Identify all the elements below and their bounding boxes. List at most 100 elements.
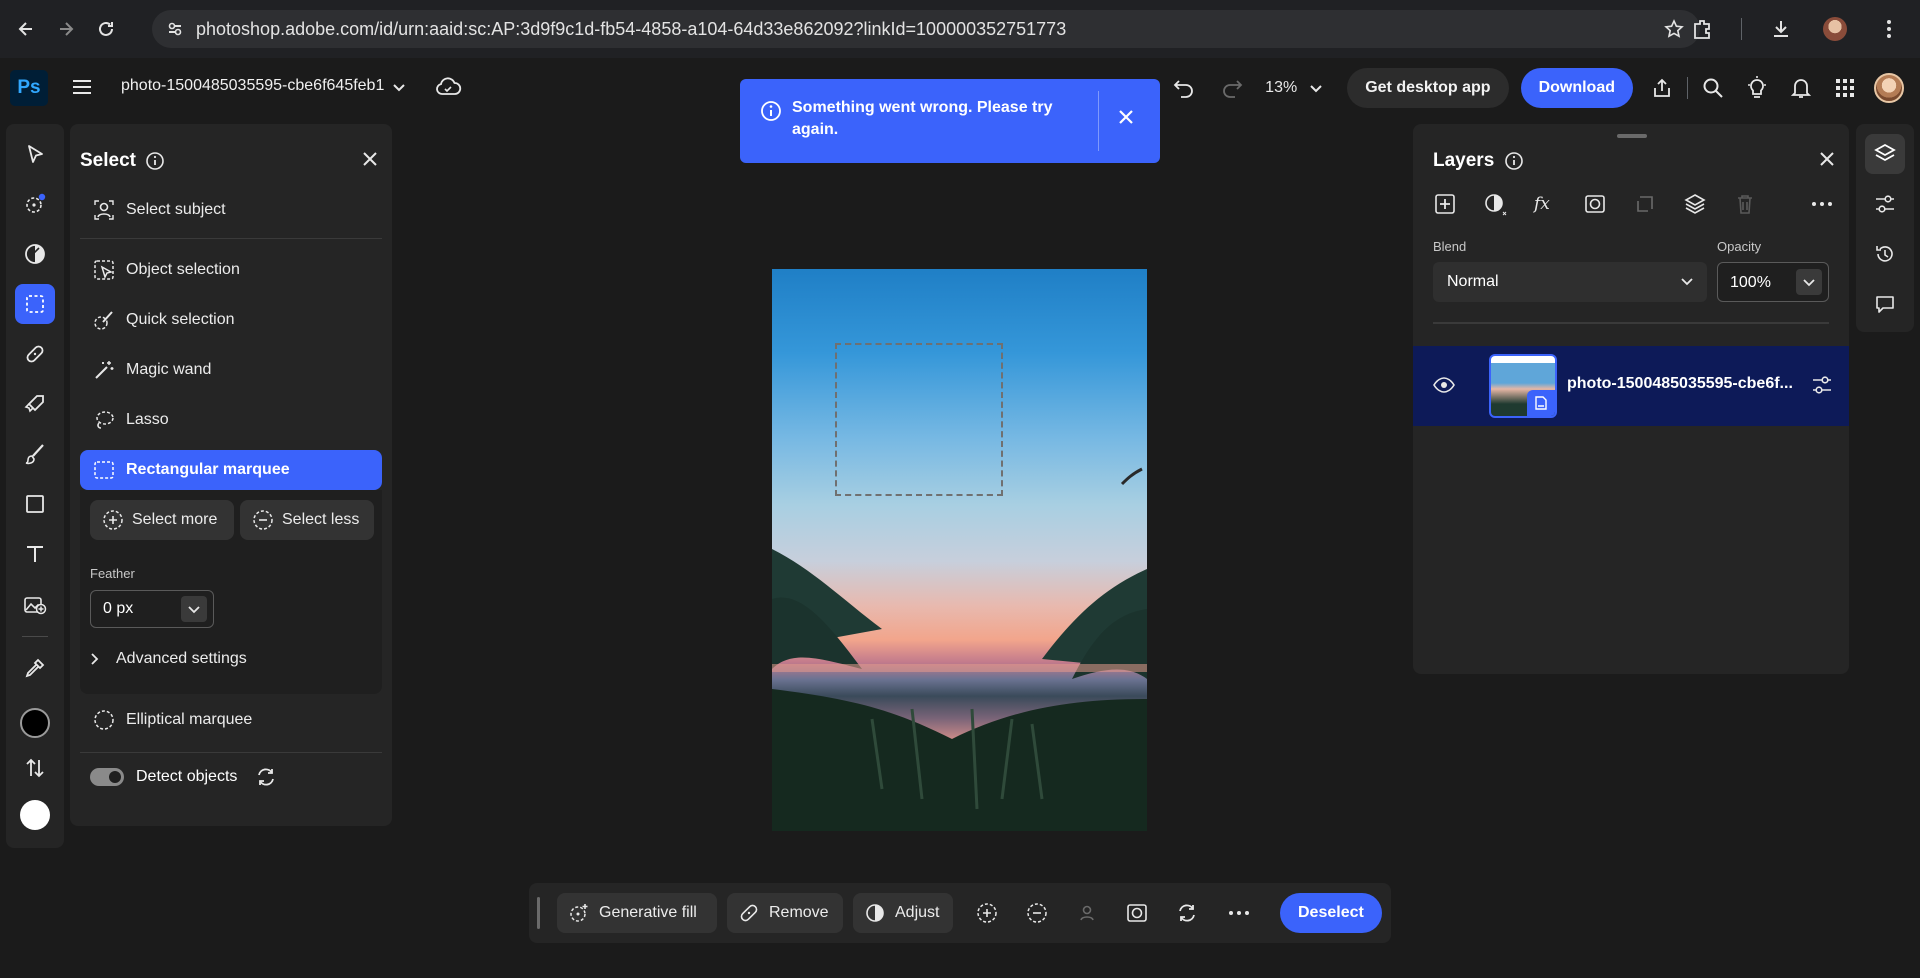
bookmark-star-icon[interactable] <box>1664 19 1684 44</box>
detect-objects-row: Detect objects <box>90 766 277 788</box>
remove-button[interactable]: Remove <box>727 893 843 933</box>
layer-mask-icon[interactable] <box>1581 190 1609 218</box>
taskbar-drag-handle[interactable] <box>537 897 540 929</box>
comments-panel-button[interactable] <box>1865 284 1905 324</box>
download-button[interactable]: Download <box>1520 68 1633 108</box>
feather-input[interactable]: 0 px <box>90 590 214 628</box>
subtract-selection-icon[interactable] <box>1025 901 1049 925</box>
elliptical-marquee-option[interactable]: Elliptical marquee <box>80 700 382 740</box>
detect-objects-toggle[interactable] <box>90 768 124 786</box>
text-type-icon <box>27 546 43 562</box>
advanced-settings-toggle[interactable]: Advanced settings <box>90 650 247 668</box>
select-less-button[interactable]: Select less <box>240 500 374 540</box>
add-image-tool[interactable] <box>15 584 55 624</box>
zoom-chevron-down-icon[interactable] <box>1301 73 1331 103</box>
refresh-icon[interactable] <box>255 766 277 788</box>
properties-panel-button[interactable] <box>1865 184 1905 224</box>
close-icon[interactable] <box>362 151 378 172</box>
invert-selection-icon[interactable] <box>1175 901 1199 925</box>
adjustment-tool[interactable] <box>15 234 55 274</box>
zoom-level[interactable]: 13% <box>1265 79 1297 97</box>
select-more-button[interactable]: Select more <box>90 500 234 540</box>
lasso-option[interactable]: Lasso <box>80 400 382 440</box>
blend-mode-dropdown[interactable]: Normal <box>1433 262 1707 302</box>
apps-grid-icon[interactable] <box>1830 73 1860 103</box>
get-desktop-app-button[interactable]: Get desktop app <box>1347 68 1509 108</box>
type-tool[interactable] <box>15 534 55 574</box>
background-color-swatch[interactable] <box>20 800 50 830</box>
extensions-icon[interactable] <box>1687 14 1717 44</box>
select-subject-option[interactable]: Select subject <box>80 190 382 230</box>
layer-thumbnail[interactable] <box>1489 354 1557 418</box>
retouch-tool[interactable] <box>15 334 55 374</box>
opacity-input[interactable]: 100% <box>1717 262 1829 302</box>
chevron-down-icon[interactable] <box>1796 269 1822 295</box>
back-button[interactable] <box>12 15 40 43</box>
rectangle-shape-icon <box>26 495 44 513</box>
photoshop-logo[interactable]: Ps <box>10 70 48 106</box>
magic-wand-option[interactable]: Magic wand <box>80 350 382 390</box>
site-info-icon[interactable] <box>160 14 190 44</box>
bell-icon[interactable] <box>1786 73 1816 103</box>
document-title[interactable]: photo-1500485035595-cbe6f645feb1 <box>121 77 384 95</box>
selection-tool[interactable] <box>15 284 55 324</box>
close-icon[interactable] <box>1819 151 1835 172</box>
reload-button[interactable] <box>92 15 120 43</box>
user-avatar[interactable] <box>1874 73 1904 103</box>
select-subject-icon[interactable] <box>1075 901 1099 925</box>
undo-icon[interactable] <box>1169 73 1199 103</box>
more-options-icon[interactable] <box>1811 190 1833 223</box>
cloud-sync-icon[interactable] <box>434 76 462 103</box>
mask-selection-icon[interactable] <box>1125 901 1149 925</box>
chevron-down-icon[interactable] <box>390 78 408 101</box>
adjust-button[interactable]: Adjust <box>853 893 953 933</box>
history-panel-button[interactable] <box>1865 234 1905 274</box>
object-selection-option[interactable]: Object selection <box>80 250 382 290</box>
document-canvas[interactable] <box>772 269 1147 831</box>
layer-stack-icon[interactable] <box>1681 190 1709 218</box>
error-toast: Something went wrong. Please try again. <box>740 79 1160 163</box>
eye-visibility-icon[interactable] <box>1433 376 1455 399</box>
layer-name: photo-1500485035595-cbe6f... <box>1567 375 1793 392</box>
adjustment-layer-icon[interactable] <box>1481 190 1509 218</box>
move-tool[interactable] <box>15 134 55 174</box>
info-icon[interactable] <box>1504 151 1524 176</box>
layer-row[interactable]: photo-1500485035595-cbe6f... <box>1413 346 1849 426</box>
chip-label: Select more <box>132 511 218 528</box>
panel-drag-handle[interactable] <box>1617 134 1647 138</box>
search-icon[interactable] <box>1698 73 1728 103</box>
more-options-icon[interactable] <box>1227 901 1251 925</box>
eyedropper-tool[interactable] <box>15 648 55 688</box>
toast-close-icon[interactable] <box>1118 109 1134 130</box>
downloads-icon[interactable] <box>1766 14 1796 44</box>
brush-tool[interactable] <box>15 434 55 474</box>
forward-button[interactable] <box>52 15 80 43</box>
trash-icon[interactable] <box>1731 190 1759 218</box>
chevron-down-icon[interactable] <box>181 596 207 622</box>
profile-avatar[interactable] <box>1820 14 1850 44</box>
add-selection-icon[interactable] <box>975 901 999 925</box>
add-layer-icon[interactable] <box>1431 190 1459 218</box>
foreground-color-swatch[interactable] <box>20 708 50 738</box>
rectangular-marquee-option[interactable]: Rectangular marquee <box>80 450 382 490</box>
deselect-button[interactable]: Deselect <box>1280 893 1382 933</box>
layers-panel-button[interactable] <box>1865 134 1905 174</box>
lightbulb-icon[interactable] <box>1742 73 1772 103</box>
fx-effects-icon[interactable]: fx <box>1531 190 1559 218</box>
quick-selection-option[interactable]: Quick selection <box>80 300 382 340</box>
clip-layer-icon[interactable] <box>1631 190 1659 218</box>
quick-actions-tool[interactable] <box>15 184 55 224</box>
browser-menu-icon[interactable] <box>1874 14 1904 44</box>
share-icon[interactable] <box>1647 73 1677 103</box>
swap-colors-button[interactable] <box>15 748 55 788</box>
layer-properties-icon[interactable] <box>1811 374 1833 401</box>
address-bar[interactable]: photoshop.adobe.com/id/urn:aaid:sc:AP:3d… <box>152 10 1700 48</box>
shape-tool[interactable] <box>15 484 55 524</box>
generative-tool[interactable] <box>15 384 55 424</box>
marquee-selection[interactable] <box>835 343 1003 496</box>
redo-icon[interactable] <box>1217 73 1247 103</box>
panel-divider <box>1433 322 1829 324</box>
generative-fill-button[interactable]: Generative fill <box>557 893 717 933</box>
hamburger-menu-icon[interactable] <box>72 78 92 101</box>
info-icon[interactable] <box>145 151 165 176</box>
